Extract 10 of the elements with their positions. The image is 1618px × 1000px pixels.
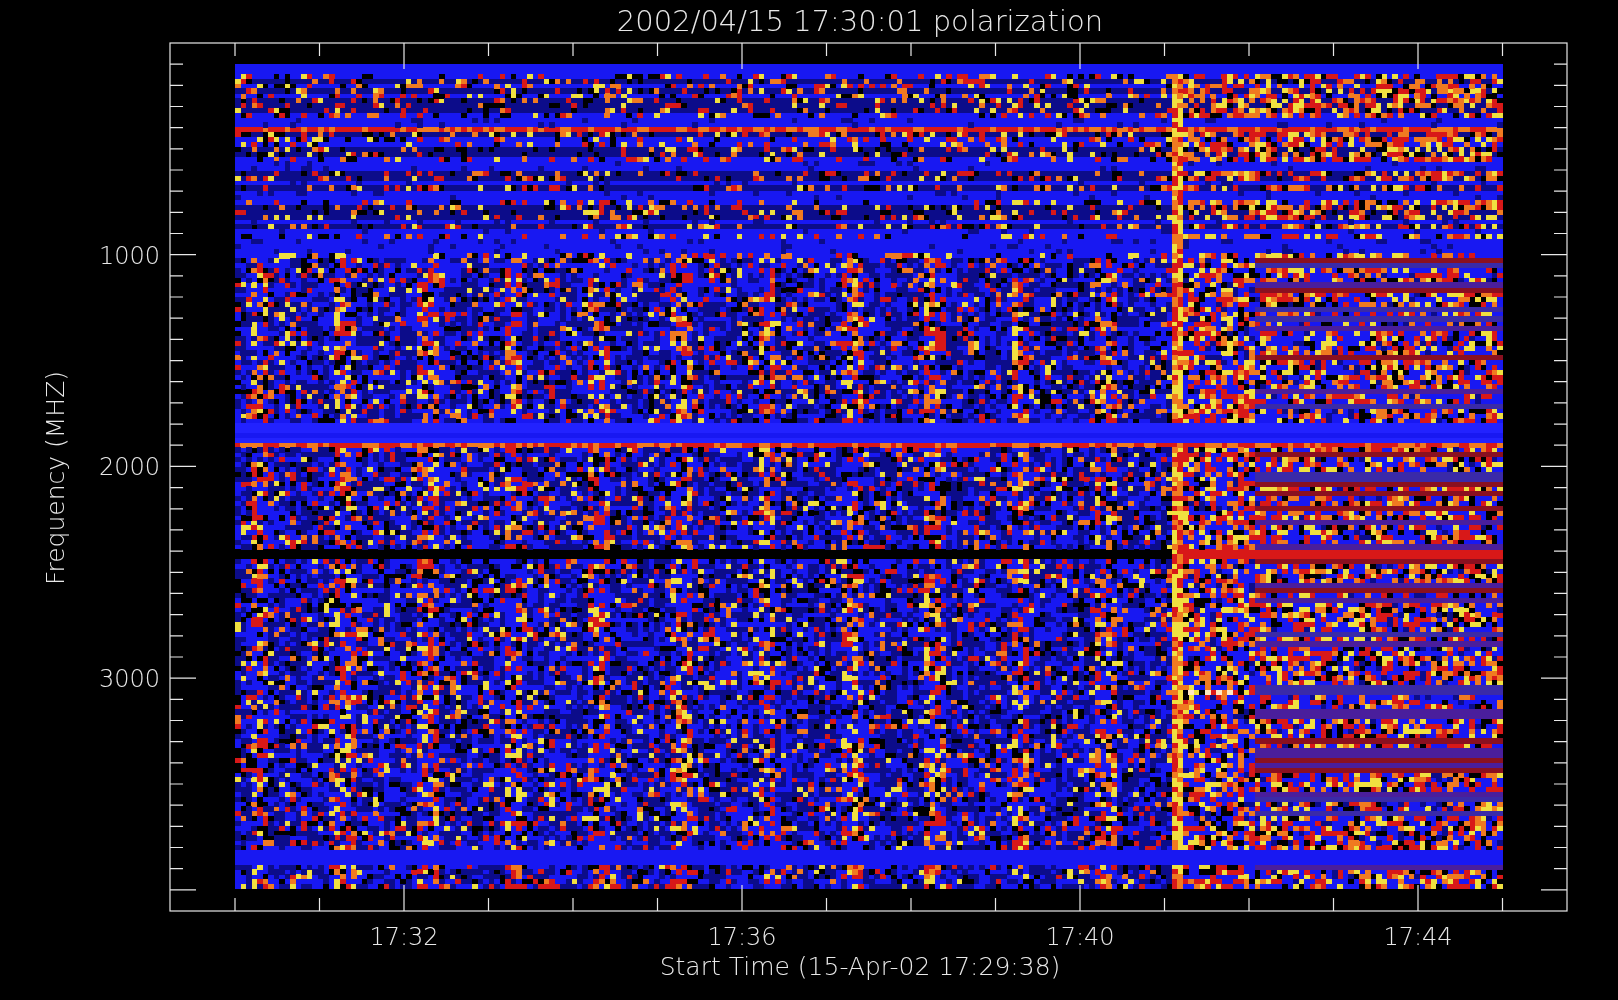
chart-title: 2002/04/15 17:30:01 polarization xyxy=(616,4,1104,38)
x-tick-label: 17:36 xyxy=(707,923,777,951)
y-tick-label: 3000 xyxy=(98,665,160,694)
y-tick-label: 2000 xyxy=(98,453,160,482)
x-tick-label: 17:32 xyxy=(369,923,439,951)
y-tick-label: 1000 xyxy=(98,241,160,270)
x-tick-label: 17:44 xyxy=(1383,923,1453,951)
x-tick-label: 17:40 xyxy=(1045,923,1115,951)
y-axis-title: Frequency (MHZ) xyxy=(41,370,70,586)
x-axis-title: Start Time (15-Apr-02 17:29:38) xyxy=(659,952,1061,981)
